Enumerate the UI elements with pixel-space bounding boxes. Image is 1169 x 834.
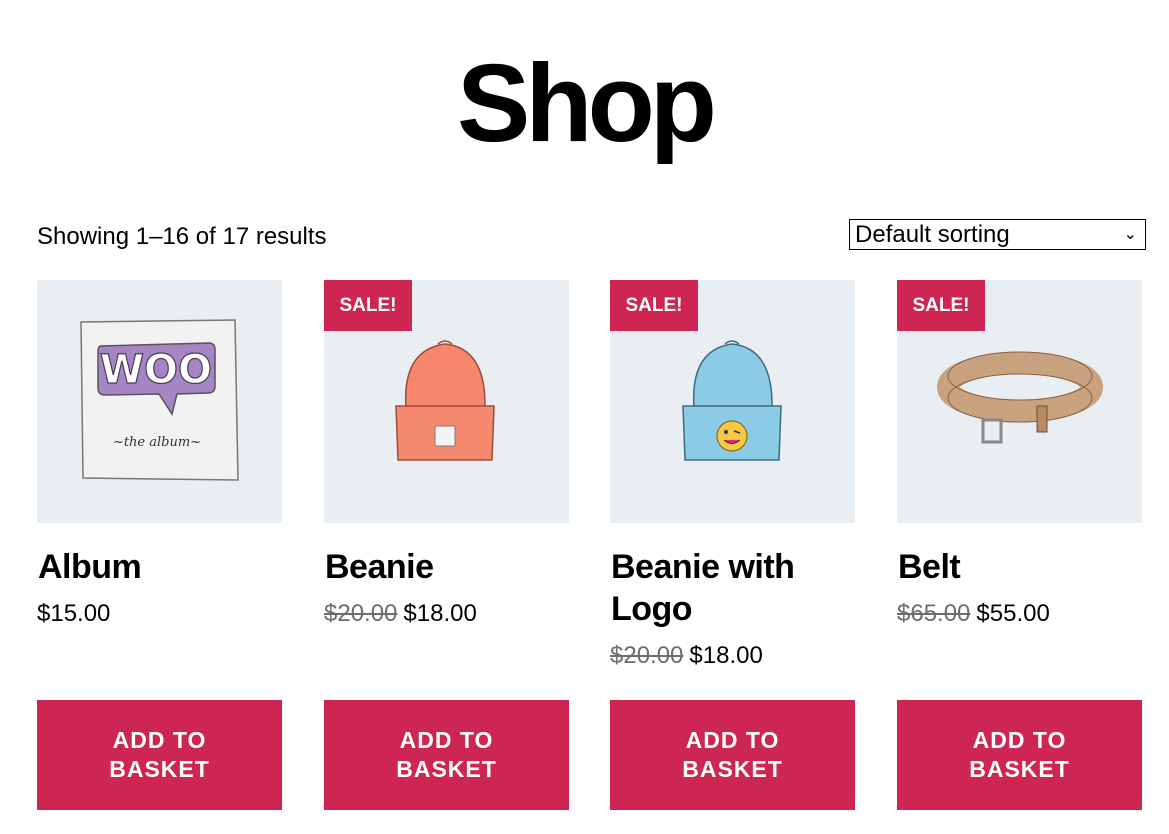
album-icon: WOO ~the album~ xyxy=(80,319,239,481)
current-price: $18.00 xyxy=(403,600,477,627)
sort-selected-label: Default sorting xyxy=(855,221,1010,248)
product-card-beanie-with-logo: SALE! Beanie with Logo $20.00 $18.00 ADD … xyxy=(610,280,855,810)
add-to-basket-button[interactable]: ADD TO BASKET xyxy=(324,700,569,810)
current-price: $18.00 xyxy=(689,642,763,669)
product-card-beanie: SALE! Beanie $20.00 $18.00 ADD TO BASKET xyxy=(324,280,569,810)
product-name[interactable]: Belt xyxy=(898,546,1142,588)
add-to-basket-button[interactable]: ADD TO BASKET xyxy=(37,700,282,810)
product-name[interactable]: Album xyxy=(38,546,282,588)
product-price: $20.00 $18.00 xyxy=(610,641,763,671)
product-image-belt[interactable]: SALE! xyxy=(897,280,1142,523)
product-price: $20.00 $18.00 xyxy=(324,599,477,629)
product-image-beanie-with-logo[interactable]: SALE! xyxy=(610,280,855,523)
sort-select[interactable]: Default sorting ⌄ xyxy=(849,219,1146,250)
chevron-down-icon: ⌄ xyxy=(1123,226,1137,243)
result-count: Showing 1–16 of 17 results xyxy=(37,223,327,250)
page-title: Shop xyxy=(457,42,717,165)
svg-text:WOO: WOO xyxy=(100,347,212,393)
add-to-basket-button[interactable]: ADD TO BASKET xyxy=(610,700,855,810)
current-price: $55.00 xyxy=(976,600,1050,627)
current-price: $15.00 xyxy=(37,600,111,627)
product-name[interactable]: Beanie xyxy=(325,546,569,588)
product-card-belt: SALE! Belt $65.00 $55.00 ADD TO BASKET xyxy=(897,280,1142,810)
product-price: $65.00 $55.00 xyxy=(897,599,1050,629)
add-to-basket-button[interactable]: ADD TO BASKET xyxy=(897,700,1142,810)
old-price: $20.00 xyxy=(324,600,398,627)
sale-badge: SALE! xyxy=(610,280,698,331)
product-image-beanie[interactable]: SALE! xyxy=(324,280,569,523)
sale-badge: SALE! xyxy=(897,280,985,331)
product-card-album: WOO ~the album~ Album $15.00 ADD TO BASK… xyxy=(37,280,282,810)
product-price: $15.00 xyxy=(37,599,110,629)
sale-badge: SALE! xyxy=(324,280,412,331)
old-price: $65.00 xyxy=(897,600,971,627)
product-image-album[interactable]: WOO ~the album~ xyxy=(37,280,282,523)
svg-text:~the album~: ~the album~ xyxy=(113,435,201,450)
old-price: $20.00 xyxy=(610,642,684,669)
product-name[interactable]: Beanie with Logo xyxy=(611,546,855,630)
